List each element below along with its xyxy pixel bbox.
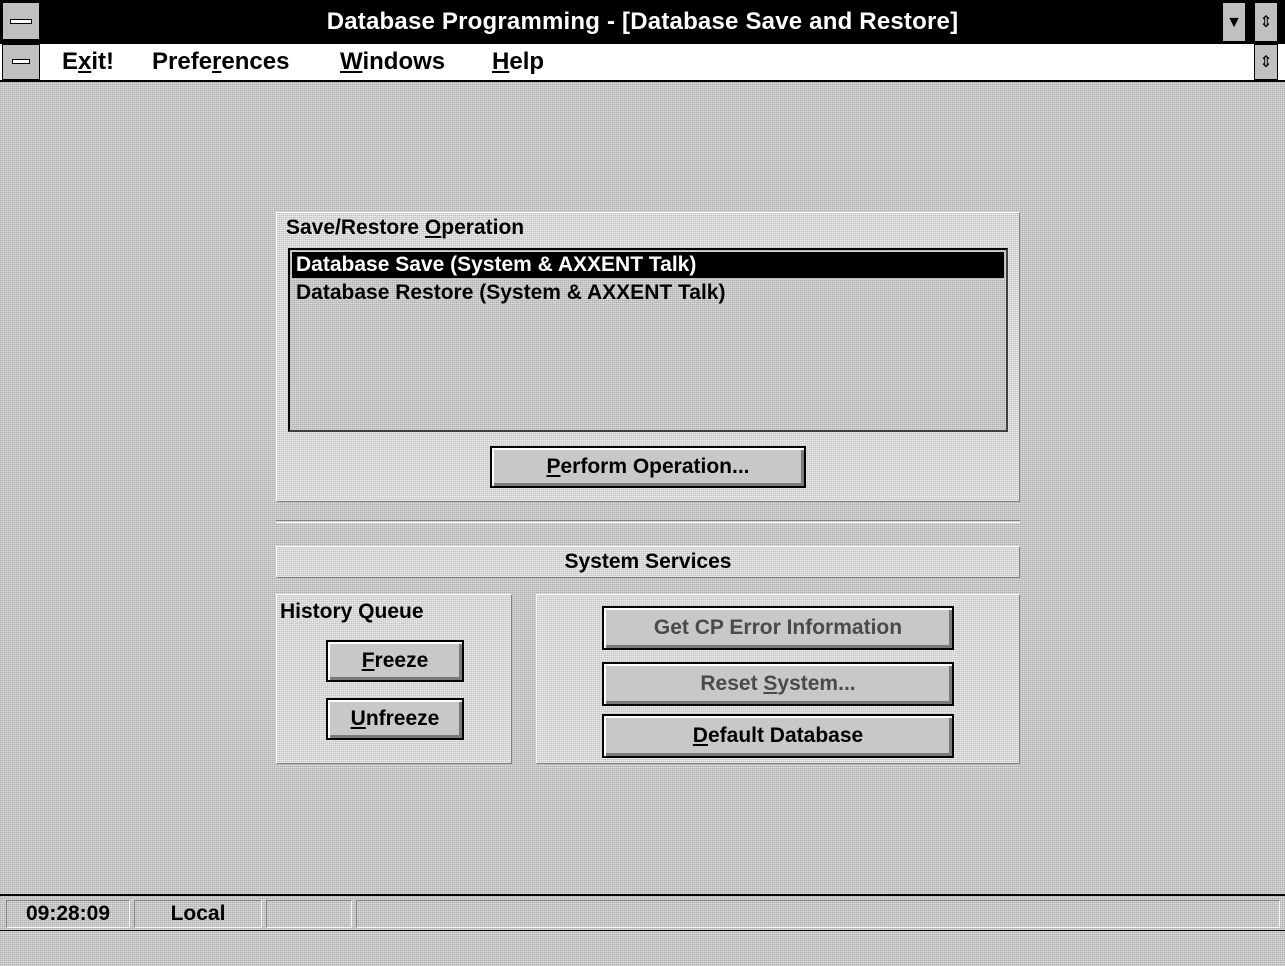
menu-windows[interactable]: Windows [340,44,445,80]
history-queue-label: History Queue [280,600,424,623]
title-bar: Database Programming - [Database Save an… [0,0,1285,44]
system-services-title: System Services [564,550,732,573]
status-mode: Local [134,900,262,928]
restore-arrows-icon[interactable]: ⇕ [1254,2,1278,42]
document-restore-arrows-icon[interactable]: ⇕ [1254,44,1278,80]
save-restore-group-label: Save/Restore Operation [286,216,525,239]
menu-preferences[interactable]: Preferences [152,44,289,80]
system-services-header: System Services [276,546,1020,578]
menu-bar: Exit! Preferences Windows Help ⇕ [0,44,1285,82]
perform-operation-button[interactable]: Perform Operation... [490,446,806,488]
freeze-button[interactable]: Freeze [326,640,464,682]
separator [276,520,1020,523]
operation-listbox[interactable]: Database Save (System & AXXENT Talk) Dat… [288,248,1008,432]
unfreeze-button[interactable]: Unfreeze [326,698,464,740]
menu-exit[interactable]: Exit! [62,44,114,80]
status-bar: 09:28:09 Local [0,894,1285,930]
get-cp-error-information-button[interactable]: Get CP Error Information [602,606,954,650]
window-title: Database Programming - [Database Save an… [326,8,959,35]
default-database-button[interactable]: Default Database [602,714,954,758]
status-empty-cell [266,900,352,928]
document-system-menu-icon[interactable] [2,44,40,80]
list-item-database-save[interactable]: Database Save (System & AXXENT Talk) [292,252,1004,278]
status-time: 09:28:09 [6,900,130,928]
reset-system-button[interactable]: Reset System... [602,662,954,706]
bottom-strip [0,930,1285,966]
minimize-arrow-icon[interactable]: ▼ [1222,2,1246,42]
list-item-database-restore[interactable]: Database Restore (System & AXXENT Talk) [292,280,1004,306]
status-message-cell [356,900,1280,928]
menu-help[interactable]: Help [492,44,544,80]
